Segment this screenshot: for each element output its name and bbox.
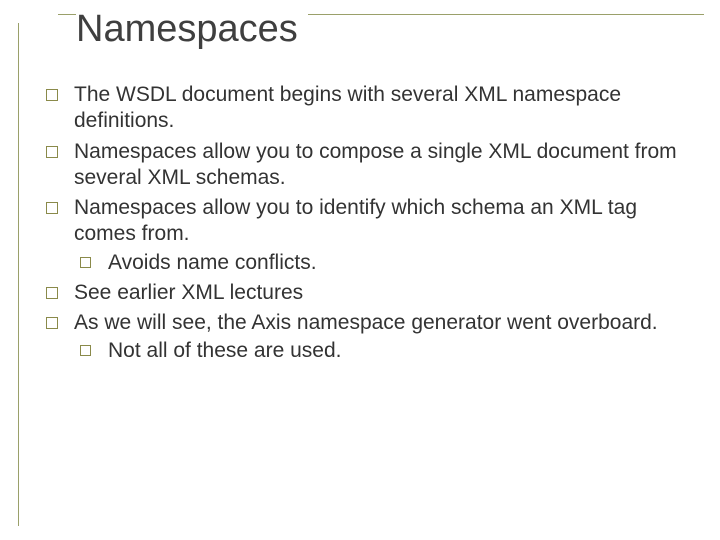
slide: Namespaces The WSDL document begins with… [0,0,720,540]
sub-bullet-list: Not all of these are used. [74,338,688,364]
frame-notch [18,13,58,23]
bullet-text: The WSDL document begins with several XM… [74,83,621,132]
bullet-text: Namespaces allow you to identify which s… [74,196,637,245]
list-item: The WSDL document begins with several XM… [40,82,688,135]
bullet-text: As we will see, the Axis namespace gener… [74,311,658,334]
bullet-text: Not all of these are used. [108,339,341,362]
bullet-text: See earlier XML lectures [74,281,303,304]
list-item: Namespaces allow you to identify which s… [40,195,688,276]
list-item: Namespaces allow you to compose a single… [40,139,688,192]
list-item: As we will see, the Axis namespace gener… [40,310,688,365]
bullet-text: Avoids name conflicts. [108,251,317,274]
bullet-text: Namespaces allow you to compose a single… [74,140,677,189]
bullet-list: The WSDL document begins with several XM… [40,82,688,365]
slide-content: The WSDL document begins with several XM… [40,82,688,369]
slide-title: Namespaces [76,0,308,51]
list-item: Avoids name conflicts. [74,250,688,276]
list-item: See earlier XML lectures [40,280,688,306]
sub-bullet-list: Avoids name conflicts. [74,250,688,276]
list-item: Not all of these are used. [74,338,688,364]
